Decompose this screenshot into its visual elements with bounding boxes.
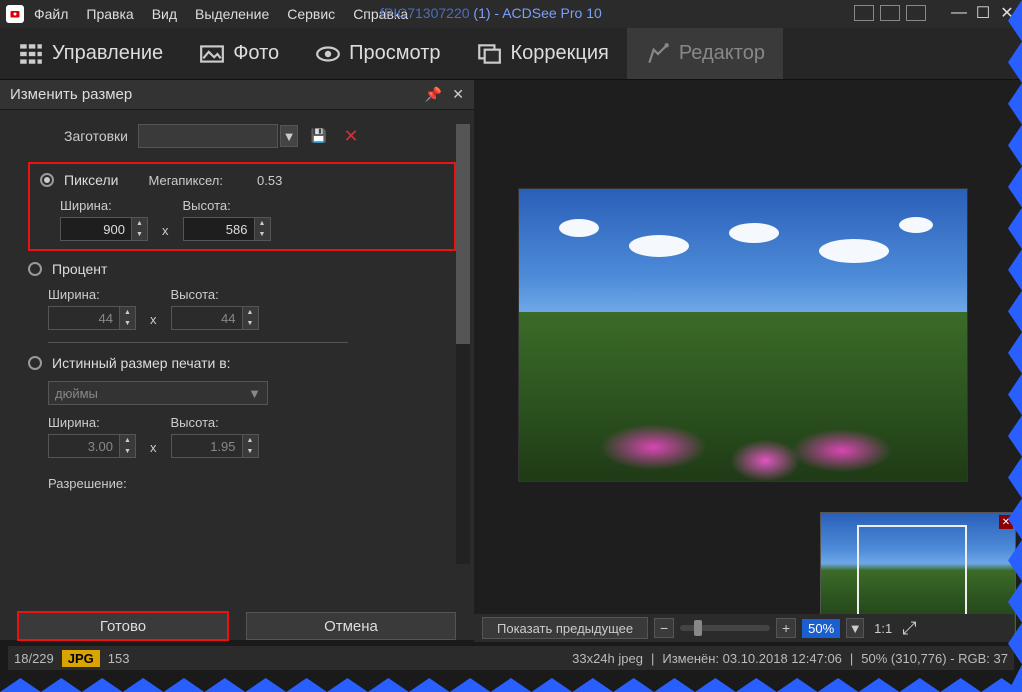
megapixel-label: Мегапиксел: [148,173,223,188]
status-size: 153 [108,651,130,666]
radio-print-label: Истинный размер печати в: [52,355,231,371]
width-px-label: Ширина: [60,198,148,213]
radio-pixels[interactable] [40,173,54,187]
show-previous-button[interactable]: Показать предыдущее [482,617,648,639]
tab-editor[interactable]: Редактор [627,28,783,79]
height-pct-label: Высота: [171,287,259,302]
status-dims: 33x24h jpeg [572,651,643,666]
width-pct-input [48,306,120,330]
tab-photo[interactable]: Фото [181,28,297,79]
menu-edit[interactable]: Правка [86,6,133,22]
navigator-close-icon[interactable]: ✕ [999,515,1013,529]
tab-correction[interactable]: Коррекция [458,28,626,79]
zoom-in-button[interactable]: + [776,618,796,638]
status-index: 18/229 [14,651,54,666]
panel-scrollbar[interactable] [456,124,470,564]
menubar: Файл Правка Вид Выделение Сервис Справка [34,6,408,22]
tab-manage[interactable]: Управление [0,28,181,79]
height-px-down[interactable]: ▼ [255,229,270,240]
panel-title: Изменить размер [10,86,132,103]
titlebar: Файл Правка Вид Выделение Сервис Справка… [0,0,1022,28]
expand-icon[interactable]: ⤢ [902,618,916,639]
zoom-out-button[interactable]: − [654,618,674,638]
presets-dropdown-arrow[interactable]: ▼ [280,125,298,147]
save-preset-icon[interactable]: 💾 [308,125,330,147]
menu-service[interactable]: Сервис [287,6,335,22]
minimize-button[interactable]: — [950,4,968,22]
height-px-input[interactable] [183,217,255,241]
presets-select[interactable] [138,124,278,148]
height-px-label: Высота: [183,198,271,213]
zoom-value[interactable]: 50% [802,619,840,638]
radio-print[interactable] [28,356,42,370]
layout-box-2[interactable] [880,5,900,21]
width-pct-label: Ширина: [48,287,136,302]
resize-panel: Изменить размер 📌 ✕ Заготовки ▼ 💾 ✕ Пикс… [0,80,474,640]
canvas-area: ✕ [474,80,1022,640]
close-button[interactable]: ✕ [998,4,1016,22]
width-in-input [48,434,120,458]
one-to-one-button[interactable]: 1:1 [870,621,896,636]
radio-percent-label: Процент [52,261,107,277]
height-pct-input [171,306,243,330]
menu-select[interactable]: Выделение [195,6,269,22]
height-in-input [171,434,243,458]
megapixel-value: 0.53 [257,173,282,188]
mode-tabs: Управление Фото Просмотр Коррекция Редак… [0,28,1022,80]
resolution-label: Разрешение: [28,458,456,491]
radio-percent[interactable] [28,262,42,276]
status-format: JPG [62,650,100,667]
cancel-button[interactable]: Отмена [246,612,456,640]
navigator-frame[interactable] [857,525,967,621]
delete-preset-icon[interactable]: ✕ [340,125,362,147]
image-preview[interactable] [518,188,968,482]
width-px-input[interactable] [60,217,132,241]
width-px-up[interactable]: ▲ [132,218,147,229]
menu-view[interactable]: Вид [152,6,177,22]
panel-close-icon[interactable]: ✕ [452,86,464,103]
menu-file[interactable]: Файл [34,6,68,22]
pin-icon[interactable]: 📌 [425,86,442,103]
zoom-dropdown[interactable]: ▼ [846,618,864,638]
zoom-slider[interactable] [680,625,770,631]
presets-label: Заготовки [28,128,138,144]
units-select[interactable]: дюймы▼ [48,381,268,405]
radio-pixels-label: Пиксели [64,172,118,188]
status-modified: Изменён: 03.10.2018 12:47:06 [662,651,842,666]
maximize-button[interactable]: ☐ [974,4,992,22]
tab-view[interactable]: Просмотр [297,28,458,79]
pixels-section-highlight: Пиксели Мегапиксел: 0.53 Ширина: ▲▼ x Вы [28,162,456,251]
status-bar: 18/229 JPG 153 33x24h jpeg | Изменён: 03… [8,646,1014,670]
window-title: fPIC71307220 (1) - ACDSee Pro 10 [380,5,602,21]
x-separator: x [158,223,173,241]
app-logo [6,5,24,23]
status-coords: 50% (310,776) - RGB: 37 [861,651,1008,666]
layout-box-1[interactable] [854,5,874,21]
done-button[interactable]: Готово [18,612,228,640]
width-px-down[interactable]: ▼ [132,229,147,240]
layout-box-3[interactable] [906,5,926,21]
bottom-toolbar: Показать предыдущее − + 50% ▼ 1:1 ⤢ [474,614,1014,642]
height-px-up[interactable]: ▲ [255,218,270,229]
